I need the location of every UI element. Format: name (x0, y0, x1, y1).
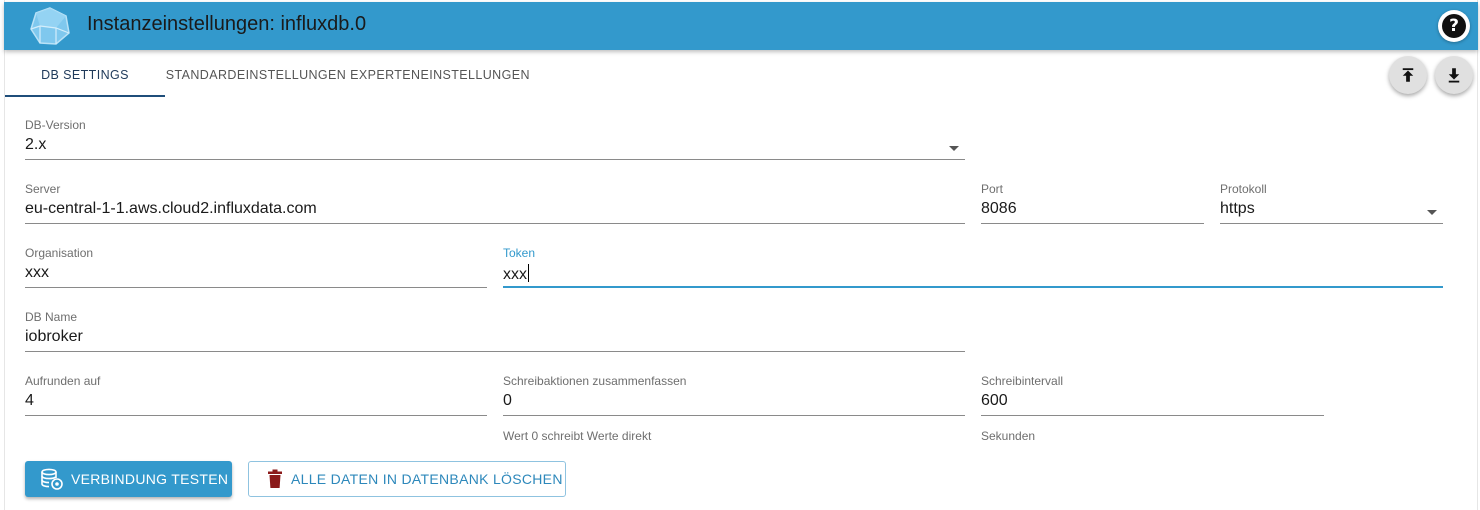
combine-writes-helper: Wert 0 schreibt Werte direkt (503, 429, 652, 443)
delete-all-data-label: ALLE DATEN IN DATENBANK LÖSCHEN (291, 471, 563, 487)
app-header: Instanzeinstellungen: influxdb.0 ? (4, 2, 1478, 50)
field-underline (25, 415, 487, 416)
field-underline (503, 415, 965, 416)
chevron-down-icon (1427, 210, 1437, 215)
db-version-value: 2.x (25, 136, 47, 153)
field-underline (1220, 223, 1443, 224)
port-value: 8086 (981, 200, 1017, 217)
field-underline (25, 223, 965, 224)
help-circle-icon: ? (1442, 14, 1466, 38)
server-label: Server (25, 182, 61, 196)
port-label: Port (981, 182, 1004, 196)
field-underline (981, 415, 1324, 416)
help-button[interactable]: ? (1438, 10, 1470, 42)
text-cursor (528, 264, 529, 282)
tab-standardeinstellungen[interactable]: Standardeinstellungen (166, 52, 346, 98)
db-version-label: DB-Version (25, 118, 86, 132)
db-name-label: DB Name (25, 310, 78, 324)
test-connection-button[interactable]: VERBINDUNG TESTEN (25, 461, 232, 497)
upload-icon (1402, 68, 1414, 82)
field-underline-focused (503, 286, 1443, 288)
field-underline (981, 223, 1204, 224)
organisation-label: Organisation (25, 246, 94, 260)
combine-writes-value: 0 (503, 392, 512, 409)
write-interval-value: 600 (981, 392, 1008, 409)
round-label: Aufrunden auf (25, 374, 101, 388)
active-tab-indicator (5, 95, 165, 97)
token-label: Token (503, 246, 536, 260)
server-value: eu-central-1-1.aws.cloud2.influxdata.com (25, 200, 317, 217)
token-input[interactable]: xxx (503, 264, 529, 284)
delete-all-data-button[interactable]: ALLE DATEN IN DATENBANK LÖSCHEN (248, 461, 566, 497)
upload-button[interactable] (1389, 56, 1427, 94)
chevron-down-icon (949, 146, 959, 151)
tab-db-settings[interactable]: DB Settings (5, 52, 165, 98)
combine-writes-label: Schreibaktionen zusammenfassen (503, 374, 687, 388)
tab-experteneinstellungen[interactable]: Experteneinstellungen (350, 52, 530, 98)
write-interval-helper: Sekunden (981, 429, 1036, 443)
database-connection-icon (41, 468, 63, 490)
influxdb-logo-icon (30, 7, 70, 45)
field-underline (25, 351, 965, 352)
field-underline (25, 287, 487, 288)
download-button[interactable] (1435, 56, 1473, 94)
organisation-value: xxx (25, 264, 49, 281)
write-interval-label: Schreibintervall (981, 374, 1064, 388)
round-value: 4 (25, 392, 34, 409)
token-value: xxx (503, 266, 527, 283)
protocol-label: Protokoll (1220, 182, 1267, 196)
page-title: Instanzeinstellungen: influxdb.0 (87, 13, 367, 35)
download-icon (1448, 68, 1460, 83)
db-name-value: iobroker (25, 328, 83, 345)
trash-icon (268, 469, 282, 488)
protocol-value: https (1220, 200, 1255, 217)
test-connection-label: VERBINDUNG TESTEN (71, 471, 229, 487)
field-underline (25, 159, 965, 160)
